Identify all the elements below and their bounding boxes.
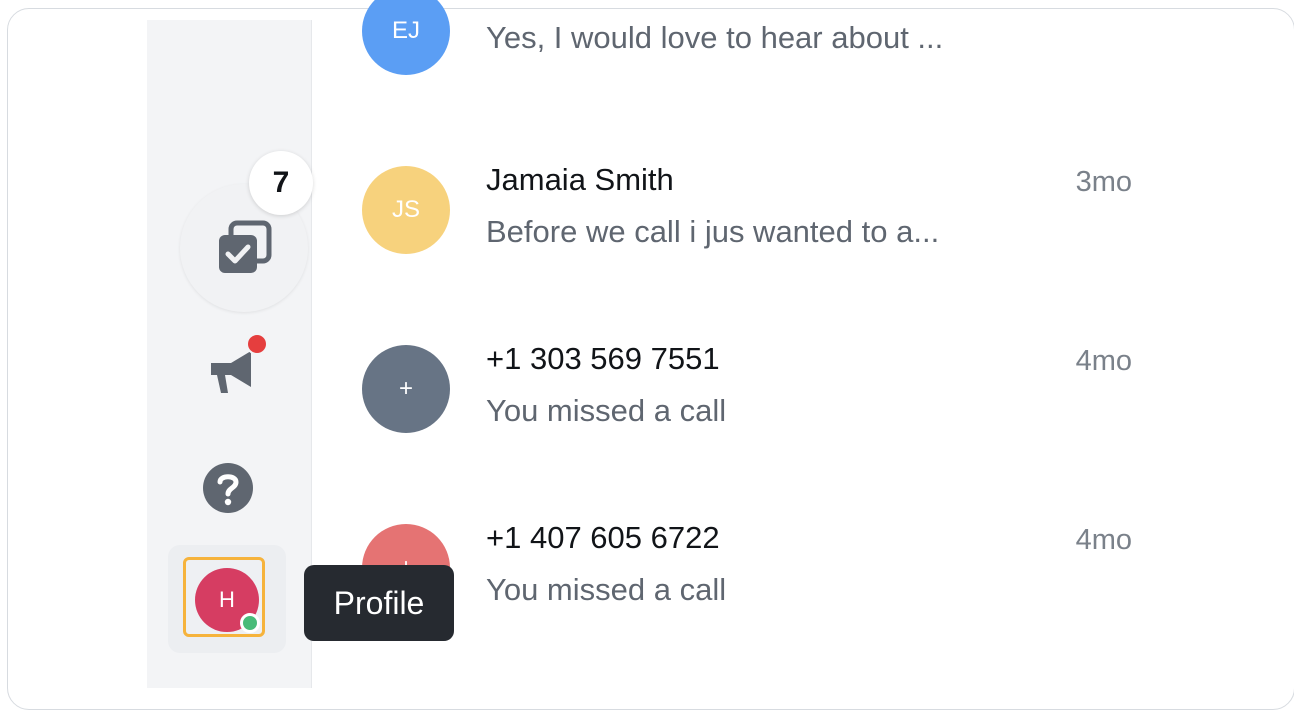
contact-avatar: JS [362,166,450,254]
conversation-row[interactable]: + +1 407 605 6722 You missed a call 4mo [362,520,1162,644]
contact-name: +1 303 569 7551 [486,341,720,376]
message-preview: You missed a call [486,393,727,428]
conversation-row[interactable]: + +1 303 569 7551 You missed a call 4mo [362,341,1162,465]
message-preview: Yes, I would love to hear about ... [486,20,944,55]
help-button[interactable] [201,461,255,515]
contact-avatar: EJ [362,0,450,75]
contact-name: +1 407 605 6722 [486,520,720,555]
conversation-row[interactable]: EJ Yes, I would love to hear about ... [362,0,1162,107]
contact-avatar: + [362,345,450,433]
help-icon [203,463,253,513]
tasks-icon [219,220,272,273]
notification-dot [246,333,268,355]
conversation-row[interactable]: JS Jamaia Smith Before we call i jus wan… [362,162,1162,286]
message-preview: Before we call i jus wanted to a... [486,214,940,249]
contact-name: Jamaia Smith [486,162,674,197]
tasks-count-badge: 7 [249,151,313,215]
message-time: 4mo [1075,524,1132,556]
message-time: 4mo [1075,345,1132,377]
message-time: 3mo [1075,166,1132,198]
profile-tooltip: Profile [304,565,454,641]
message-preview: You missed a call [486,572,727,607]
online-status-dot [240,613,260,633]
